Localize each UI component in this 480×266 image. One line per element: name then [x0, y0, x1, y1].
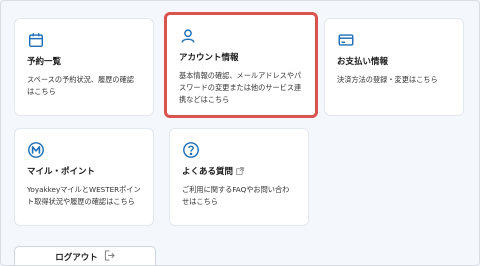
- logout-icon: [104, 249, 115, 264]
- payment-info-card[interactable]: お支払い情報 決済方法の登録・変更はこちら: [324, 18, 464, 116]
- faq-card[interactable]: よくある質問 ご利用に関するFAQやお問い合わせはこちら: [169, 128, 309, 226]
- external-link-icon: [236, 167, 244, 175]
- card-icon: [337, 31, 355, 49]
- user-icon: [179, 27, 197, 45]
- logout-button[interactable]: ログアウト: [14, 246, 156, 266]
- card-description: 基本情報の確認、メールアドレスやパスワードの変更または他のサービス連携などはこち…: [179, 71, 302, 104]
- reservation-list-card[interactable]: 予約一覧 スペースの予約状況、履歴の確認はこちら: [14, 18, 154, 116]
- card-title: アカウント情報: [179, 53, 239, 63]
- card-description: スペースの予約状況、履歴の確認はこちら: [27, 75, 134, 96]
- question-icon: [182, 141, 200, 159]
- card-title: 予約一覧: [27, 57, 62, 67]
- account-info-card[interactable]: アカウント情報 基本情報の確認、メールアドレスやパスワードの変更または他のサービ…: [164, 12, 318, 118]
- card-description: 決済方法の登録・変更はこちら: [337, 75, 438, 84]
- mile-icon: [27, 141, 45, 159]
- logout-label: ログアウト: [55, 252, 98, 263]
- card-title: マイル・ポイント: [27, 167, 96, 177]
- card-description: ご利用に関するFAQやお問い合わせはこちら: [182, 185, 290, 206]
- card-title: お支払い情報: [337, 57, 389, 67]
- card-description: YoyakkeyマイルとWESTERポイント取得状況や履歴の確認はこちら: [27, 185, 141, 206]
- calendar-icon: [27, 31, 45, 49]
- card-title: よくある質問: [182, 165, 296, 177]
- mile-point-card[interactable]: マイル・ポイント YoyakkeyマイルとWESTERポイント取得状況や履歴の確…: [14, 128, 154, 226]
